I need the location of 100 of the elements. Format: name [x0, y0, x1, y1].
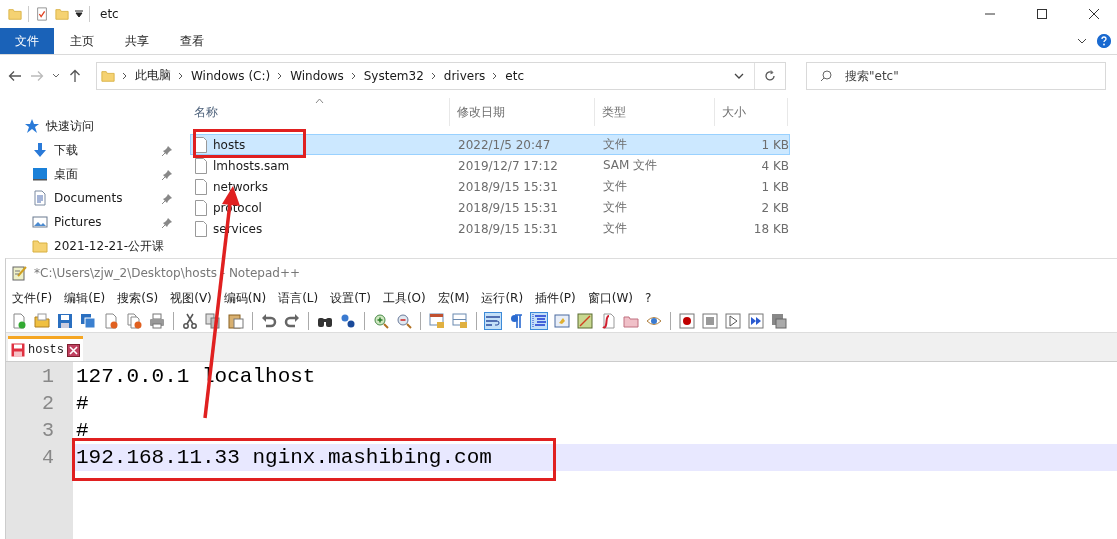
- file-size: 1 KB: [760, 179, 789, 194]
- menu-item[interactable]: 运行(R): [481, 289, 524, 307]
- toolbar-button[interactable]: [678, 311, 696, 330]
- up-arrow-icon[interactable]: [68, 68, 82, 83]
- search-icon: [820, 69, 832, 82]
- file-row[interactable]: hosts 2022/1/5 20:47 文件 1 KB: [190, 134, 790, 155]
- file-type: SAM 文件: [602, 157, 659, 174]
- breadcrumb-item[interactable]: Windows: [290, 68, 344, 83]
- breadcrumb-item[interactable]: System32: [363, 68, 424, 83]
- window-lock-icon: [429, 312, 445, 329]
- modified-date: 2018/9/15 15:31: [457, 200, 559, 215]
- pin-icon[interactable]: [162, 216, 173, 228]
- toolbar-button[interactable]: [599, 311, 617, 330]
- ribbon-tab[interactable]: 文件: [0, 28, 54, 55]
- properties-icon[interactable]: [35, 6, 49, 22]
- breadcrumb-item[interactable]: etc: [505, 68, 525, 83]
- pin-icon[interactable]: [162, 192, 173, 204]
- sidebar-item[interactable]: 下载: [54, 141, 156, 159]
- breadcrumb-item[interactable]: drivers: [443, 68, 486, 83]
- chevron-down-icon[interactable]: [52, 72, 60, 79]
- file-name: lmhosts.sam: [213, 158, 290, 173]
- menu-item[interactable]: 插件(P): [535, 289, 576, 307]
- sidebar-item[interactable]: Pictures: [54, 215, 156, 229]
- menu-item[interactable]: 宏(M): [437, 289, 470, 307]
- pin-icon[interactable]: [162, 168, 173, 180]
- column-header[interactable]: 类型: [595, 98, 715, 126]
- ribbon-tab[interactable]: 主页: [54, 28, 109, 55]
- printer-icon: [149, 312, 165, 329]
- file-size: 18 KB: [752, 221, 789, 236]
- toolbar-button[interactable]: [283, 311, 301, 330]
- replace-icon: [340, 312, 356, 329]
- file-icon: [195, 199, 207, 216]
- sidebar-item[interactable]: 快速访问: [46, 117, 173, 135]
- help-icon[interactable]: [1097, 34, 1111, 49]
- ribbon-tab[interactable]: 查看: [164, 28, 219, 55]
- window-title: etc: [100, 7, 119, 21]
- menu-item[interactable]: 语言(L): [278, 289, 319, 307]
- back-arrow-icon[interactable]: [8, 68, 22, 83]
- macro-list-icon: [771, 312, 787, 329]
- floppy-disks-icon: [80, 312, 96, 329]
- column-header[interactable]: 修改日期: [450, 98, 595, 126]
- pin-icon[interactable]: [162, 144, 173, 156]
- zoom-out-icon: [396, 312, 412, 329]
- close-icon[interactable]: [67, 343, 80, 357]
- dropdown-icon[interactable]: [75, 10, 83, 18]
- menu-item[interactable]: 视图(V): [170, 289, 212, 307]
- file-type: 文件: [602, 136, 628, 153]
- ribbon-tab[interactable]: 共享: [109, 28, 164, 55]
- folder-icon: [34, 312, 50, 329]
- address-bar[interactable]: 此电脑 Windows (C:) Windows System32 drivers etc: [96, 61, 786, 90]
- line-number: 4: [41, 446, 55, 469]
- file-icon: [195, 136, 207, 153]
- sidebar-item[interactable]: Documents: [54, 191, 156, 205]
- menu-item[interactable]: 编辑(E): [64, 289, 106, 307]
- file-size: 1 KB: [760, 137, 789, 152]
- file-row[interactable]: lmhosts.sam 2019/12/7 17:12 SAM 文件 4 KB: [190, 155, 790, 176]
- chevron-right-icon[interactable]: [349, 71, 358, 80]
- tab-label: hosts: [28, 343, 64, 357]
- modified-date: 2018/9/15 15:31: [457, 221, 559, 236]
- expand-icon[interactable]: [1077, 38, 1087, 45]
- file-icon: [195, 178, 207, 195]
- code-line: #: [75, 392, 89, 415]
- menu-item[interactable]: 搜索(S): [117, 289, 159, 307]
- sidebar-item[interactable]: 桌面: [54, 165, 156, 183]
- chevron-right-icon[interactable]: [177, 71, 185, 80]
- desktop-icon: [32, 166, 48, 182]
- chevron-right-icon[interactable]: [429, 71, 438, 80]
- line-number: 1: [41, 365, 55, 388]
- chevron-right-icon[interactable]: [121, 71, 129, 80]
- column-header[interactable]: 大小: [715, 98, 788, 126]
- stop-icon: [702, 312, 718, 329]
- function-list-icon: [600, 312, 616, 329]
- redo-icon: [284, 312, 300, 329]
- menu-item[interactable]: 文件(F): [12, 289, 53, 307]
- column-header[interactable]: 名称: [190, 98, 450, 126]
- editor-tab[interactable]: hosts: [8, 336, 83, 361]
- menu-item[interactable]: 编码(N): [223, 289, 267, 307]
- file-type: 文件: [602, 220, 628, 237]
- breadcrumb-item[interactable]: Windows (C:): [191, 68, 271, 83]
- clipboard-icon: [228, 312, 244, 329]
- menu-item[interactable]: 设置(T): [330, 289, 371, 307]
- menu-item[interactable]: ?: [644, 291, 652, 305]
- play-icon: [725, 312, 741, 329]
- menu-item[interactable]: 工具(O): [382, 289, 426, 307]
- document-icon: [32, 190, 48, 206]
- code-line: 192.168.11.33 nginx.mashibing.com: [75, 446, 492, 469]
- modified-date: 2019/12/7 17:12: [457, 158, 559, 173]
- window-title: *C:\Users\zjw_2\Desktop\hosts - Notepad++: [34, 266, 300, 280]
- new-file-icon: [11, 312, 27, 329]
- file-row[interactable]: networks 2018/9/15 15:31 文件 1 KB: [190, 176, 790, 197]
- sort-caret-icon: [315, 98, 324, 104]
- sidebar-item[interactable]: 2021-12-21-公开课: [54, 237, 173, 255]
- menu-item[interactable]: 窗口(W): [587, 289, 633, 307]
- toolbar-button[interactable]: [747, 311, 765, 330]
- breadcrumb-item[interactable]: 此电脑: [135, 67, 171, 85]
- pilcrow-icon: [508, 312, 524, 329]
- search-field[interactable]: 搜索"etc": [806, 61, 1106, 90]
- documents-close-icon: [126, 312, 142, 329]
- file-type: 文件: [602, 199, 628, 216]
- toolbar-button[interactable]: [181, 311, 199, 330]
